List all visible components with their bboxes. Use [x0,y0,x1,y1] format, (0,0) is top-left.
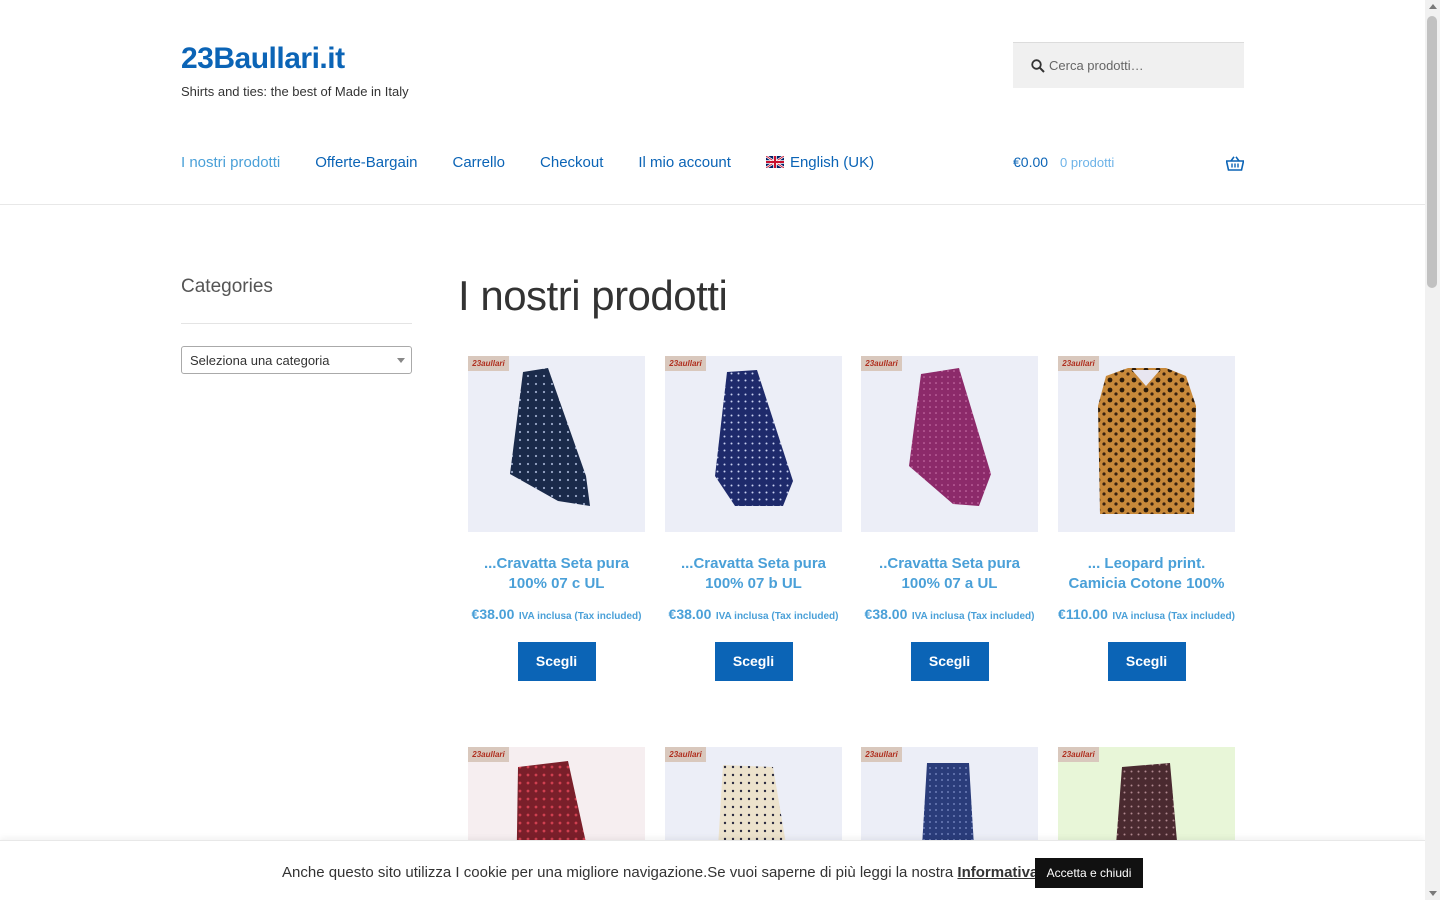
cookie-message: Anche questo sito utilizza I cookie per … [282,864,1108,881]
price-amount: €38.00 [668,606,712,622]
price-tax-note: IVA inclusa (Tax included) [911,611,1035,622]
product-image[interactable]: 23aullari [665,356,842,532]
price-tax-note: IVA inclusa (Tax included) [518,611,642,622]
nav-item-products[interactable]: I nostri prodotti [181,154,280,171]
header-cart[interactable]: €0.00 0 prodotti [1013,154,1244,171]
product-price: €110.00 IVA inclusa (Tax included) [1058,603,1235,628]
site-header: 23Baullari.it Shirts and ties: the best … [0,0,1425,205]
product-name[interactable]: ...Cravatta Seta pura 100% 07 b UL [665,554,842,594]
uk-flag-icon [765,156,784,168]
nav-item-language[interactable]: English (UK) [765,154,875,171]
product-name[interactable]: ...Cravatta Seta pura 100% 07 c UL [468,554,645,594]
cart-count: 0 prodotti [1060,154,1115,170]
product-name[interactable]: ... Leopard print. Camicia Cotone 100% [1058,554,1235,594]
product-price: €38.00 IVA inclusa (Tax included) [665,603,842,628]
price-tax-note: IVA inclusa (Tax included) [715,611,839,622]
site-title-link[interactable]: 23Baullari.it [181,42,345,76]
product-name[interactable]: ..Cravatta Seta pura 100% 07 a UL [861,554,1038,594]
nav-item-offers[interactable]: Offerte-Bargain [315,154,417,171]
cookie-text: Anche questo sito utilizza I cookie per … [282,864,954,881]
cart-amount: €0.00 [1013,154,1049,170]
site-tagline: Shirts and ties: the best of Made in Ita… [181,84,409,99]
category-select-value: Seleziona una categoria [190,353,330,368]
scrollbar-thumb[interactable] [1427,16,1437,288]
brand-logo: 23aullari [861,356,902,371]
choose-button[interactable]: Scegli [517,642,596,681]
brand-logo: 23aullari [1058,747,1099,762]
sidebar-title: Categories [181,276,273,297]
category-select[interactable]: Seleziona una categoria [181,346,412,374]
shirt-image [1098,368,1196,514]
product-search [1013,42,1244,88]
price-amount: €110.00 [1058,606,1108,622]
search-icon [1031,59,1045,73]
brand-logo: 23aullari [861,747,902,762]
scroll-up-arrow-icon[interactable] [1429,4,1437,9]
product-card: 23aullari ..Cravatta Seta pura 100% 07 a… [861,356,1038,681]
scroll-down-arrow-icon[interactable] [1429,891,1437,896]
brand-logo: 23aullari [665,747,706,762]
product-image[interactable]: 23aullari [1058,356,1235,532]
sidebar-divider [181,323,412,324]
product-price: €38.00 IVA inclusa (Tax included) [861,603,1038,628]
accept-cookies-button[interactable]: Accetta e chiudi [1035,858,1143,888]
price-amount: €38.00 [864,606,908,622]
cookie-banner: Anche questo sito utilizza I cookie per … [0,840,1425,900]
product-card: 23aullari ...Cravatta Seta pura 100% 07 … [468,356,645,681]
language-label: English (UK) [789,154,875,171]
product-image[interactable]: 23aullari [468,356,645,532]
basket-icon [1226,156,1244,171]
page-scrollbar[interactable] [1425,0,1440,900]
nav-item-cart[interactable]: Carrello [453,154,506,171]
nav-item-account[interactable]: Il mio account [638,154,731,171]
brand-logo: 23aullari [665,356,706,371]
brand-logo: 23aullari [468,356,509,371]
tie-image [909,368,991,506]
brand-logo: 23aullari [468,747,509,762]
nav-item-checkout[interactable]: Checkout [540,154,603,171]
product-card: 23aullari ...Cravatta Seta pura 100% 07 … [665,356,842,681]
product-price: €38.00 IVA inclusa (Tax included) [468,603,645,628]
product-card: 23aullari ... Leopard print. Camicia Cot… [1058,356,1235,681]
price-amount: €38.00 [471,606,515,622]
choose-button[interactable]: Scegli [1107,642,1186,681]
tie-image [510,368,590,506]
brand-logo: 23aullari [1058,356,1099,371]
product-image[interactable]: 23aullari [861,356,1038,532]
choose-button[interactable]: Scegli [910,642,989,681]
price-tax-note: IVA inclusa (Tax included) [1112,611,1235,622]
choose-button[interactable]: Scegli [714,642,793,681]
search-input[interactable] [1049,43,1239,87]
primary-navigation: I nostri prodotti Offerte-Bargain Carrel… [181,154,909,171]
page-title: I nostri prodotti [458,272,728,319]
tie-image [715,370,793,506]
chevron-down-icon [397,358,405,363]
